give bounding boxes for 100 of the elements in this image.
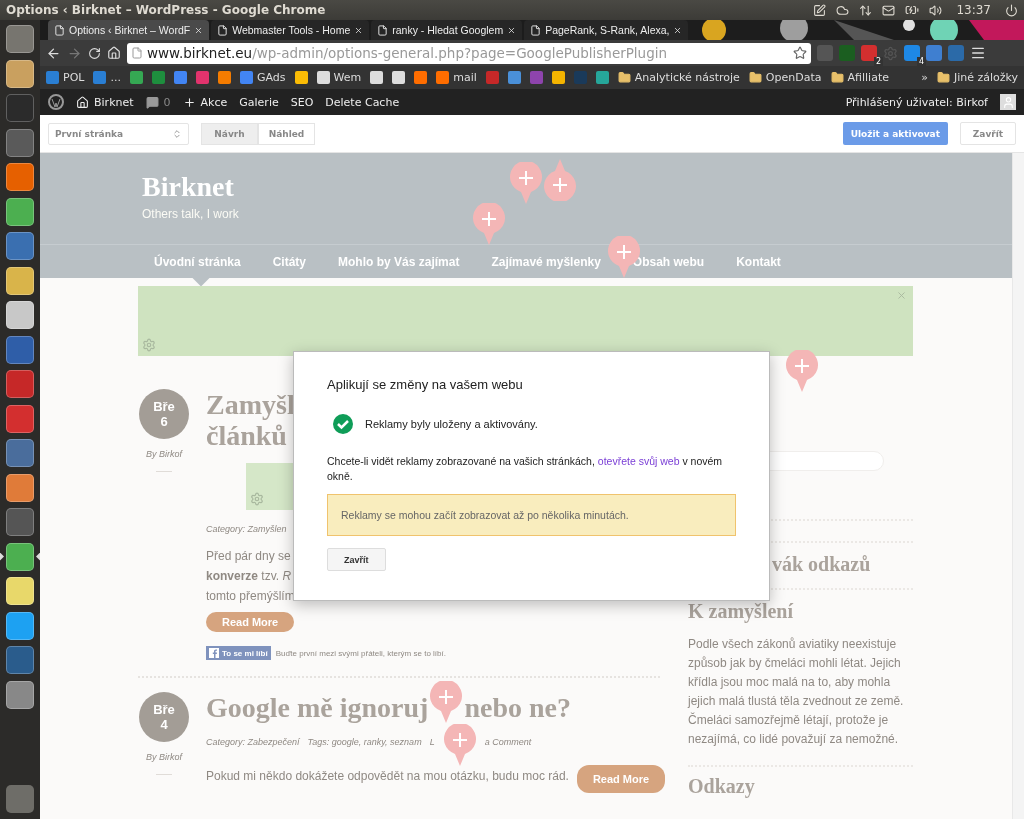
author-text: By Birkof <box>146 752 182 762</box>
close-icon[interactable] <box>354 25 364 35</box>
battery-icon[interactable] <box>905 3 920 17</box>
close-button[interactable]: Zavřít <box>960 122 1016 145</box>
volume-icon[interactable] <box>929 3 943 17</box>
mode-tab[interactable]: Náhled <box>258 122 315 145</box>
url-text: www.birknet.eu/wp-admin/options-general.php?page=GooglePublisherPlugin <box>147 45 668 61</box>
note-icon[interactable] <box>813 3 827 17</box>
app-icon[interactable] <box>6 266 34 295</box>
new-link[interactable]: Akce <box>182 95 228 109</box>
app-icon[interactable] <box>6 59 34 88</box>
widget-heading: vák odkazů <box>771 553 872 576</box>
bookmark-folder[interactable]: Afilliate <box>830 71 889 84</box>
bookmark-folder[interactable]: Jiné záložky <box>936 71 1018 84</box>
bookmark-link[interactable]: ... <box>93 71 121 84</box>
page-icon <box>217 24 229 36</box>
app-icon[interactable] <box>6 163 34 192</box>
page-icon <box>54 24 65 36</box>
quote-text: Podle všech zákonů aviatiky neexistuje způsob jak by čmeláci mohli létat. Jejich křídla jsou moc malá na to, aby mohla jejich malá tlustá těla zvednout ze země. Čmeláci samozřejmě létají, protože je nezajímá, co lidé považují za nemožné. <box>688 636 905 748</box>
browser-tab[interactable]: PageRank, S-Rank, Alexa, <box>524 20 689 40</box>
author-text: By Birkof <box>146 449 182 459</box>
back-icon[interactable] <box>46 45 61 61</box>
site-link[interactable]: Birknet <box>76 95 134 109</box>
site-icon <box>46 71 59 84</box>
comments-link[interactable]: 0 <box>145 95 171 109</box>
overflow-button[interactable]: » <box>921 71 928 84</box>
bookmark-icon[interactable] <box>217 71 231 84</box>
reload-icon[interactable] <box>88 46 101 60</box>
extension-badge: 2 <box>873 57 883 66</box>
site-icon <box>316 71 330 84</box>
bookmark-icon[interactable] <box>392 71 406 84</box>
close-icon[interactable] <box>673 25 683 35</box>
page-select[interactable]: První stránka <box>48 122 189 145</box>
admin-link[interactable]: SEO <box>290 95 314 109</box>
info-text: Chcete-li vidět reklamy zobrazované na vašich stránkách, otevřete svůj web v novém okně. <box>327 454 724 484</box>
facebook-icon <box>209 648 219 658</box>
post-meta: Category: Zabezpečení <box>206 737 300 747</box>
bookmark-folder[interactable]: Analytické nástroje <box>617 71 740 84</box>
forward-icon[interactable] <box>67 45 82 61</box>
bookmark-icon[interactable] <box>507 71 521 84</box>
app-icon[interactable] <box>6 439 34 468</box>
post-meta: Category: Zamyšlen <box>206 524 287 534</box>
bookmark-link[interactable]: mail <box>436 71 477 84</box>
scrollbar[interactable] <box>1012 153 1024 819</box>
app-icon[interactable] <box>6 680 34 709</box>
app-icon[interactable] <box>6 577 34 606</box>
date-badge: Bře 6 <box>139 389 189 439</box>
folder-icon <box>830 71 844 84</box>
cloud-icon[interactable] <box>836 3 850 17</box>
home-icon <box>76 95 89 109</box>
browser-tab[interactable]: Webmaster Tools - Home <box>211 20 370 40</box>
close-icon[interactable] <box>507 25 517 35</box>
page-icon <box>530 24 542 36</box>
plus-icon <box>182 95 196 109</box>
home-icon[interactable] <box>107 46 121 60</box>
app-icon[interactable] <box>6 473 34 502</box>
bookmark-folder[interactable]: OpenData <box>748 71 822 84</box>
window-title: Options ‹ Birknet – WordPress - Google Chrome <box>6 3 327 17</box>
like-text: Buďte první mezi svými přáteli, kterým se to líbí. <box>275 648 446 658</box>
browser-tab[interactable]: Options ‹ Birknet – WordF <box>48 20 210 40</box>
site-tagline: Others talk, I work <box>142 207 240 221</box>
clock[interactable]: 13:37 <box>956 3 991 17</box>
mail-icon[interactable] <box>882 3 896 17</box>
power-icon[interactable] <box>1005 3 1018 17</box>
extension-icon[interactable] <box>861 45 877 61</box>
browser-tab[interactable]: ranky - Hledat Googlem <box>371 20 523 40</box>
admin-link[interactable]: Galerie <box>239 95 279 109</box>
close-icon[interactable] <box>194 25 204 35</box>
app-icon[interactable] <box>6 611 34 640</box>
bookmark-link[interactable]: Wem <box>316 71 362 84</box>
app-icon[interactable] <box>6 301 34 330</box>
bookmark-icon[interactable] <box>551 71 565 84</box>
app-icon[interactable] <box>6 542 34 571</box>
bookmark-star-icon[interactable] <box>793 46 807 60</box>
bookmark-link[interactable]: GAds <box>239 71 286 84</box>
wordpress-logo-icon[interactable] <box>48 94 64 110</box>
post-meta: a Comment <box>484 737 532 747</box>
menu-icon[interactable] <box>970 45 986 61</box>
bookmark-icon[interactable] <box>595 71 609 84</box>
network-icon[interactable] <box>859 3 873 17</box>
admin-link[interactable]: Delete Cache <box>325 95 400 109</box>
folder-icon <box>748 71 762 84</box>
excerpt-line: Pokud mi někdo dokážete odpovědět na mou otázku, budu moc rád. <box>206 768 569 785</box>
check-icon <box>333 414 353 434</box>
bookmark-icon[interactable] <box>370 71 384 84</box>
bookmark-icon[interactable] <box>294 71 308 84</box>
app-icon[interactable] <box>6 232 34 261</box>
close-button[interactable]: Zavřít <box>327 548 386 571</box>
extension-icon[interactable] <box>904 45 920 61</box>
app-icon[interactable] <box>6 25 34 54</box>
open-site-link[interactable]: otevřete svůj web <box>597 455 680 467</box>
bookmark-link[interactable]: POL <box>46 71 85 84</box>
bookmark-icon[interactable] <box>129 71 143 84</box>
address-field[interactable]: www.birknet.eu/wp-admin/options-general.php?page=GooglePublisherPlugin <box>127 42 811 64</box>
bookmark-icon[interactable] <box>414 71 428 84</box>
app-icon[interactable] <box>6 197 34 226</box>
widget-heading: Odkazy <box>688 775 756 798</box>
dialog-title: Aplikují se změny na vašem webu <box>327 377 524 392</box>
user-link[interactable]: Přihlášený uživatel: Birkof <box>845 95 988 109</box>
excerpt-line: Před pár dny se <box>206 548 291 565</box>
